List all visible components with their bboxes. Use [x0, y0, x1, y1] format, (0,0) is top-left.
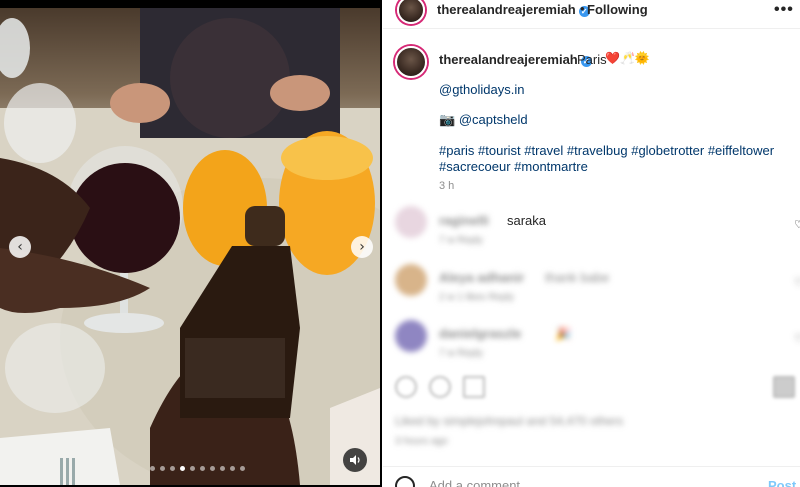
- comment-icon[interactable]: [429, 376, 451, 398]
- post-sidebar: therealandreajeremiah ✓ • Following ••• t…: [383, 0, 800, 487]
- post-comment-button[interactable]: Post: [768, 478, 796, 487]
- caption-avatar[interactable]: [395, 46, 427, 78]
- comment-username[interactable]: danielgraszle: [439, 326, 521, 341]
- heart-icon[interactable]: ♡: [794, 218, 800, 231]
- carousel-dot: [200, 466, 205, 471]
- carousel-dot: [150, 466, 155, 471]
- author-avatar[interactable]: [397, 0, 425, 24]
- bookmark-icon[interactable]: [773, 376, 795, 398]
- caption-location: Paris: [577, 52, 607, 67]
- volume-icon: [350, 455, 360, 465]
- carousel-dot: [220, 466, 225, 471]
- toast-drinks-illustration: [0, 8, 380, 485]
- comment-divider: [383, 466, 800, 467]
- post-media: ‹ ›: [0, 0, 382, 487]
- caption-emojis: ❤️🥂🌞: [605, 51, 650, 65]
- comment-input[interactable]: Add a comment...: [429, 478, 531, 487]
- chevron-right-icon: ›: [359, 239, 365, 255]
- caption-credit-row: 📷 @captsheld: [439, 112, 528, 128]
- caption-mention[interactable]: @gtholidays.in: [439, 82, 524, 97]
- heart-icon[interactable]: [395, 376, 417, 398]
- caption-hashtags-line1[interactable]: #paris #tourist #travel #travelbug #glob…: [439, 143, 774, 158]
- comment-meta[interactable]: 7 w Reply: [439, 235, 483, 246]
- comment-text: 🎉: [555, 326, 572, 341]
- carousel-dot: [240, 466, 245, 471]
- likes-time: 3 hours ago: [395, 436, 448, 447]
- carousel-indicator: [150, 466, 245, 471]
- more-icon[interactable]: •••: [774, 1, 794, 19]
- carousel-dot: [190, 466, 195, 471]
- carousel-dot: [170, 466, 175, 471]
- comment-meta[interactable]: 7 w Reply: [439, 348, 483, 359]
- comment-username[interactable]: raginelli: [439, 213, 489, 228]
- emoji-icon[interactable]: [395, 476, 415, 487]
- caption-username[interactable]: therealandreajeremiah: [439, 52, 578, 67]
- next-slide-button[interactable]: ›: [351, 236, 373, 258]
- post-actions: [395, 376, 795, 400]
- header-separator: •: [580, 1, 585, 16]
- comment-avatar[interactable]: [395, 320, 427, 352]
- heart-icon[interactable]: ♡: [794, 276, 800, 289]
- comment-username[interactable]: Aleya adhanir: [439, 270, 524, 285]
- caption-credit[interactable]: @captsheld: [459, 112, 528, 127]
- author-username[interactable]: therealandreajeremiah: [437, 2, 576, 17]
- comment-text: saraka: [507, 213, 547, 228]
- author-username-row[interactable]: therealandreajeremiah ✓: [437, 2, 590, 17]
- share-icon[interactable]: [463, 376, 485, 398]
- caption-hashtags-line2[interactable]: #sacrecoeur #montmartre: [439, 159, 588, 174]
- comment-meta[interactable]: 2 w 1 likes Reply: [439, 292, 514, 303]
- comment-avatar[interactable]: [395, 206, 427, 238]
- caption-time: 3 h: [439, 180, 455, 192]
- carousel-dot: [230, 466, 235, 471]
- post-photo: [0, 8, 380, 485]
- likes-summary[interactable]: Liked by simplejohnpaul and 54,470 other…: [395, 414, 623, 447]
- comment-avatar[interactable]: [395, 264, 427, 296]
- comment-text: thank babe: [545, 270, 610, 285]
- carousel-dot: [160, 466, 165, 471]
- previous-slide-button[interactable]: ‹: [9, 236, 31, 258]
- carousel-dot: [210, 466, 215, 471]
- heart-icon[interactable]: ♡: [794, 332, 800, 345]
- caption-username-row[interactable]: therealandreajeremiah ✓: [439, 52, 592, 67]
- header-divider: [383, 28, 800, 29]
- carousel-dot: [180, 466, 185, 471]
- post-header: therealandreajeremiah ✓ • Following •••: [383, 0, 800, 24]
- following-button[interactable]: Following: [587, 2, 648, 17]
- chevron-left-icon: ‹: [17, 239, 23, 255]
- audio-toggle-button[interactable]: [343, 448, 367, 472]
- likes-text[interactable]: Liked by simplejohnpaul and 54,470 other…: [395, 414, 623, 428]
- camera-icon: 📷: [439, 112, 456, 127]
